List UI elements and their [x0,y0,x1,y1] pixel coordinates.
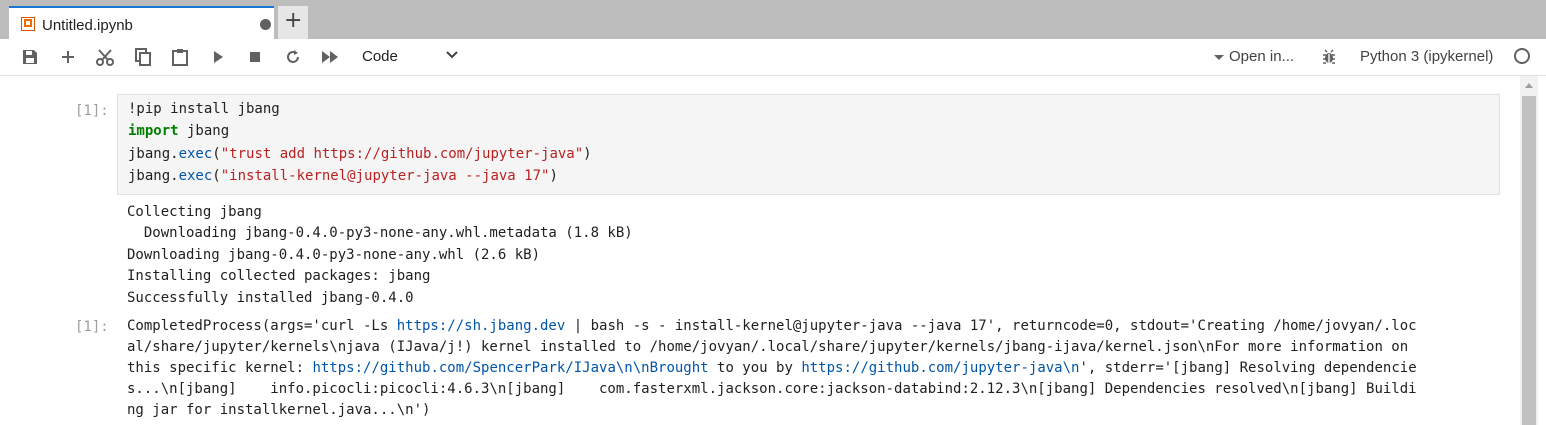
scroll-up-arrow-icon[interactable] [1525,83,1533,88]
code-token: | bash -s - install-kernel@jupyter-java … [565,318,1417,334]
open-in-button[interactable]: Open in... [1214,48,1294,65]
code-line: jbang.exec("install-kernel@jupyter-java … [128,168,558,184]
input-prompt: [1]: [75,103,109,119]
code-token: !pip install jbang [128,101,280,117]
code-line: jbang.exec("trust add https://github.com… [128,146,592,162]
result-output-line: CompletedProcess(args='curl -Ls https://… [127,318,1417,334]
result-output-line: al/share/jupyter/kernels\njava (IJava/j!… [127,339,1408,355]
cell-type-value: Code [362,48,398,65]
copy-icon [135,48,151,66]
scrollbar-thumb[interactable] [1522,96,1536,425]
code-editor[interactable]: !pip install jbang import jbang jbang.exec… [117,94,1500,195]
code-token: ', stderr='[jbang] Resolving dependencie [1079,360,1417,377]
code-token: ) [583,145,592,162]
code-token: ( [212,167,221,184]
debugger-button[interactable] [1318,47,1340,67]
run-icon [214,51,223,63]
stream-output-line: Successfully installed jbang-0.4.0 [127,289,414,306]
output-link[interactable]: https://github.com/SpencerPark/IJava\n\n… [312,360,708,376]
tab-title: Untitled.ipynb [42,17,133,34]
open-in-label: Open in... [1229,48,1295,65]
tab-bar: Untitled.ipynb + [0,0,1546,39]
code-token: "trust add https://github.com/jupyter-ja… [220,145,584,162]
new-tab-button[interactable]: + [278,6,308,39]
code-token: exec [178,145,213,162]
unsaved-indicator-icon[interactable] [260,19,271,30]
new-tab-label: + [284,8,303,33]
result-output-line: s...\n[jbang] info.picocli:picocli:4.6.3… [127,381,1417,397]
kernel-idle-icon [1514,48,1530,64]
notebook-toolbar: Code Open in... Python 3 (ipykernel) [0,39,1546,76]
cut-button[interactable] [94,47,116,67]
code-token: "install-kernel@jupyter-java --java 17" [220,167,550,184]
restart-icon [287,50,299,63]
interrupt-button[interactable] [244,47,266,67]
stream-output-line: Downloading jbang-0.4.0-py3-none-any.whl… [127,246,541,263]
code-token: ) [549,167,558,184]
code-token: s...\n[jbang] info.picocli:picocli:4.6.3… [127,381,1417,398]
code-token: import [128,123,179,140]
result-output-line: this specific kernel: https://github.com… [127,360,1417,376]
restart-button[interactable] [282,47,304,67]
code-token: ( [212,145,221,162]
code-token: to you by [708,360,802,377]
fast-forward-icon [322,51,338,63]
add-icon [62,51,74,63]
kernel-name[interactable]: Python 3 (ipykernel) [1360,48,1493,65]
paste-button[interactable] [169,47,191,67]
stop-icon [250,52,260,62]
insert-cell-button[interactable] [57,47,79,67]
restart-run-all-button[interactable] [319,47,341,67]
notebook-tab[interactable]: Untitled.ipynb [9,6,274,39]
save-icon [23,50,37,64]
cell-type-dropdown[interactable]: Code [352,45,472,69]
code-line: import jbang [128,123,229,139]
code-token: exec [178,167,213,184]
copy-button[interactable] [132,47,154,67]
bug-icon [1323,49,1335,64]
paste-icon [172,49,188,66]
result-output-line: ng jar for installkernel.java...\n') [127,402,430,418]
output-link[interactable]: https://sh.jbang.dev [397,318,566,334]
stream-output-line: Collecting jbang [127,204,262,220]
notebook-icon [21,17,35,31]
code-token: jbang [178,123,230,140]
code-token: jbang. [128,145,179,162]
save-button[interactable] [19,47,41,67]
chevron-down-icon [446,51,458,59]
caret-down-icon [1214,54,1224,60]
code-token: CompletedProcess(args='curl -Ls [127,318,397,334]
code-token: al/share/jupyter/kernels\njava (IJava/j!… [127,339,1409,356]
stream-output-line: Downloading jbang-0.4.0-py3-none-any.whl… [127,225,633,242]
code-line: !pip install jbang [128,101,280,117]
output-link[interactable]: https://github.com/jupyter-java\n [801,360,1079,376]
run-button[interactable] [207,47,229,67]
code-token: ng jar for installkernel.java...\n') [127,402,431,419]
stream-output-line: Installing collected packages: jbang [127,268,431,285]
cut-icon [96,49,114,66]
code-token: this specific kernel: [127,360,313,377]
result-prompt: [1]: [75,319,109,335]
vertical-scrollbar[interactable] [1520,76,1538,425]
code-token: jbang. [128,167,179,184]
